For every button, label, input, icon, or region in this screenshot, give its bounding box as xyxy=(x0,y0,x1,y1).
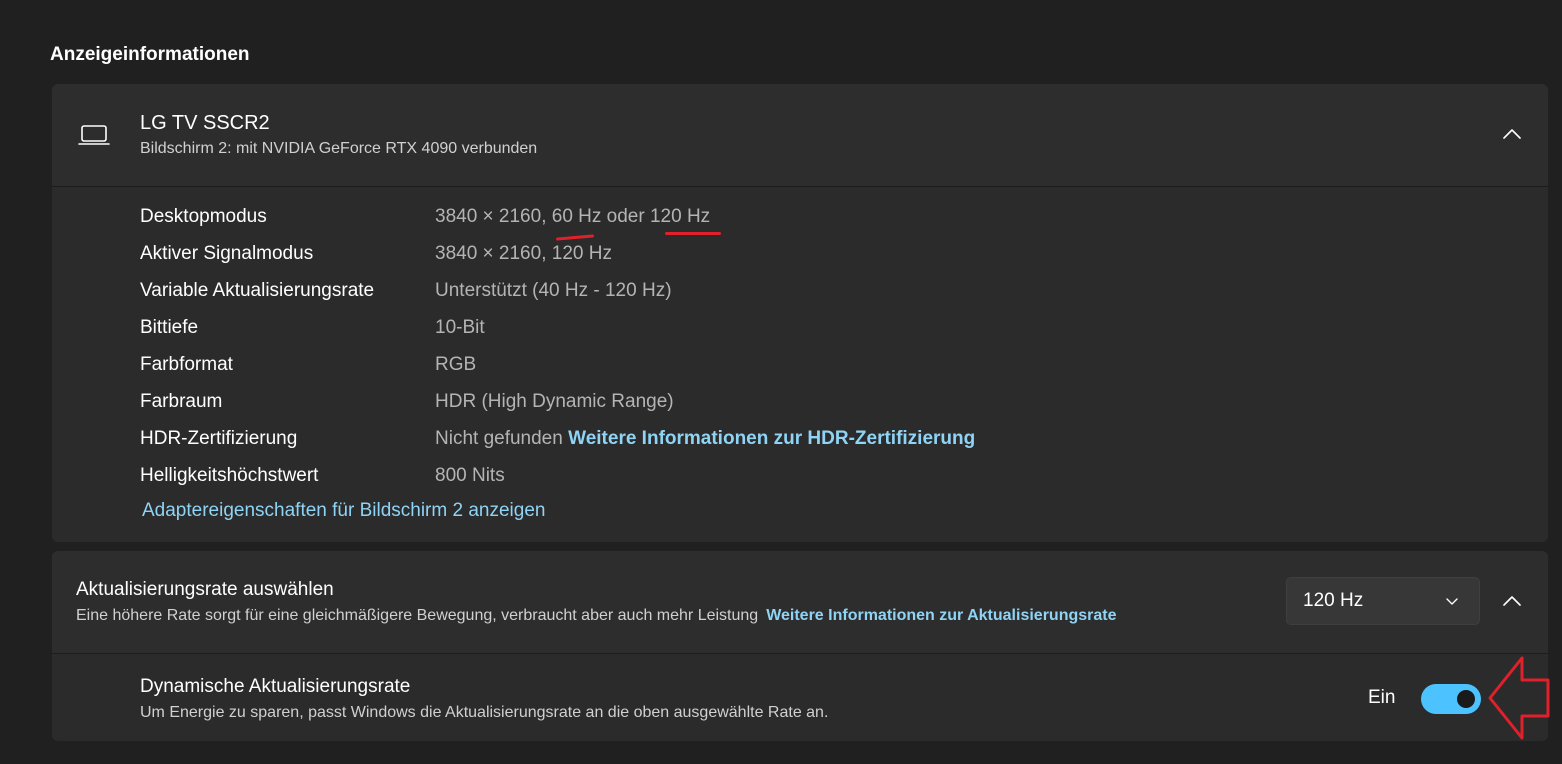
dynamic-refresh-title: Dynamische Aktualisierungsrate xyxy=(140,676,410,698)
info-value: HDR (High Dynamic Range) xyxy=(435,387,674,417)
info-label: Farbraum xyxy=(140,387,222,417)
info-value: 3840 × 2160, 120 Hz xyxy=(435,239,612,269)
info-label: Helligkeitshöchstwert xyxy=(140,461,318,491)
chevron-up-icon xyxy=(1503,126,1521,144)
refresh-info-link[interactable]: Weitere Informationen zur Aktualisierung… xyxy=(766,607,1116,624)
info-row-desktopmodus: Desktopmodus 3840 × 2160, 60 Hz oder 120… xyxy=(140,202,1240,232)
refresh-rate-header: Aktualisierungsrate auswählen Eine höher… xyxy=(52,551,1548,654)
dynamic-refresh-description: Um Energie zu sparen, passt Windows die … xyxy=(140,704,828,722)
refresh-rate-card: Aktualisierungsrate auswählen Eine höher… xyxy=(52,551,1548,741)
info-value: 800 Nits xyxy=(435,461,505,491)
info-label: Bittiefe xyxy=(140,313,198,343)
value-prefix: 3840 × 2160, xyxy=(435,206,552,227)
refresh-desc-text: Eine höhere Rate sorgt für eine gleichmä… xyxy=(76,607,758,624)
display-subtitle: Bildschirm 2: mit NVIDIA GeForce RTX 409… xyxy=(140,140,537,158)
info-row-helligkeit: Helligkeitshöchstwert 800 Nits xyxy=(140,461,1240,491)
info-value: Unterstützt (40 Hz - 120 Hz) xyxy=(435,276,672,306)
settings-page: Anzeigeinformationen LG TV SSCR2 Bildsch… xyxy=(0,0,1562,764)
info-label: Aktiver Signalmodus xyxy=(140,239,313,269)
laptop-icon xyxy=(78,124,110,148)
info-value: 10-Bit xyxy=(435,313,485,343)
refresh-rate-description: Eine höhere Rate sorgt für eine gleichmä… xyxy=(76,607,1116,625)
info-row-vrr: Variable Aktualisierungsrate Unterstützt… xyxy=(140,276,1240,306)
info-value: Nicht gefunden Weitere Informationen zur… xyxy=(435,424,975,454)
dynamic-refresh-toggle[interactable] xyxy=(1421,684,1481,714)
chevron-down-icon xyxy=(1445,594,1459,608)
info-row-farbraum: Farbraum HDR (High Dynamic Range) xyxy=(140,387,1240,417)
collapse-refresh-button[interactable] xyxy=(1494,584,1530,620)
refresh-rate-dropdown[interactable]: 120 Hz xyxy=(1286,577,1480,625)
selected-rate: 120 Hz xyxy=(1303,590,1363,612)
collapse-display-button[interactable] xyxy=(1494,117,1530,153)
info-value: 3840 × 2160, 60 Hz oder 120 Hz xyxy=(435,202,710,232)
annotation-arrow-icon xyxy=(1488,656,1552,740)
info-row-signalmodus: Aktiver Signalmodus 3840 × 2160, 120 Hz xyxy=(140,239,1240,269)
info-label: Desktopmodus xyxy=(140,202,267,232)
display-header[interactable]: LG TV SSCR2 Bildschirm 2: mit NVIDIA GeF… xyxy=(52,84,1548,187)
annotation-underline-120hz xyxy=(665,232,721,235)
display-info-card: LG TV SSCR2 Bildschirm 2: mit NVIDIA GeF… xyxy=(52,84,1548,542)
value-mid: oder xyxy=(601,206,650,227)
info-label: HDR-Zertifizierung xyxy=(140,424,297,454)
value-120hz: 120 Hz xyxy=(650,206,710,227)
section-title: Anzeigeinformationen xyxy=(50,44,250,66)
info-row-farbformat: Farbformat RGB xyxy=(140,350,1240,380)
refresh-rate-title: Aktualisierungsrate auswählen xyxy=(76,579,334,601)
info-row-hdr-zertifizierung: HDR-Zertifizierung Nicht gefunden Weiter… xyxy=(140,424,1240,454)
info-label: Variable Aktualisierungsrate xyxy=(140,276,374,306)
display-name: LG TV SSCR2 xyxy=(140,112,270,135)
info-row-bittiefe: Bittiefe 10-Bit xyxy=(140,313,1240,343)
adapter-properties-link[interactable]: Adapterei­genschaften für Bildschirm 2 a… xyxy=(142,500,545,522)
value-60hz: 60 Hz xyxy=(552,206,602,227)
toggle-knob xyxy=(1457,690,1475,708)
hdr-status: Nicht gefunden xyxy=(435,428,563,449)
toggle-state-label: Ein xyxy=(1368,687,1395,709)
info-label: Farbformat xyxy=(140,350,233,380)
hdr-info-link[interactable]: Weitere Informationen zur HDR-Zertifizie… xyxy=(568,428,975,449)
chevron-up-icon xyxy=(1503,593,1521,611)
info-value: RGB xyxy=(435,350,476,380)
